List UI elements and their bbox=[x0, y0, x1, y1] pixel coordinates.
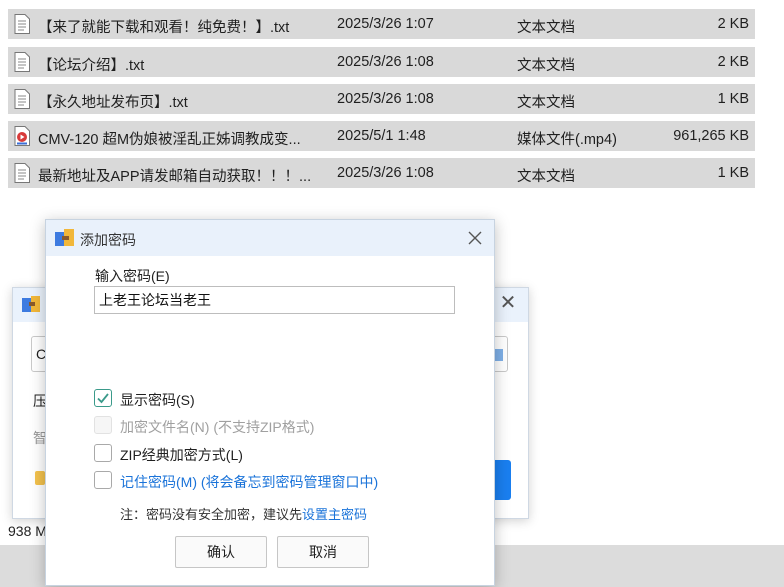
lock-icon[interactable] bbox=[35, 471, 45, 485]
checkbox-unchecked[interactable] bbox=[94, 444, 112, 462]
security-note: 注：密码没有安全加密，建议先设置主密码 bbox=[120, 504, 367, 523]
security-note-text: 注：密码没有安全加密，建议先 bbox=[120, 507, 303, 522]
file-name: CMV-120 超M伪娘被淫乱正姊调教成变... bbox=[38, 132, 301, 148]
close-icon[interactable]: ✕ bbox=[498, 293, 518, 313]
checkbox-unchecked[interactable] bbox=[94, 471, 112, 489]
text-file-icon bbox=[14, 14, 30, 34]
file-size: 1 KB bbox=[717, 91, 749, 107]
encrypt-filenames-label: 加密文件名(N) (不支持ZIP格式) bbox=[120, 419, 315, 435]
file-date: 2025/3/26 1:08 bbox=[337, 91, 434, 107]
size-readout: 938 M bbox=[8, 523, 47, 539]
password-input[interactable] bbox=[94, 286, 455, 314]
file-size: 961,265 KB bbox=[673, 128, 749, 144]
text-file-icon bbox=[14, 163, 30, 183]
file-name: 【永久地址发布页】.txt bbox=[38, 95, 188, 111]
file-date: 2025/5/1 1:48 bbox=[337, 128, 426, 144]
add-password-dialog: 添加密码 输入密码(E) 显示密码(S) 加密文件名(N) (不支持ZIP格式)… bbox=[45, 219, 495, 586]
file-name: 【来了就能下载和观看！纯免费！】.txt bbox=[38, 20, 290, 36]
text-file-icon bbox=[14, 52, 30, 72]
archive-app-icon bbox=[55, 229, 74, 246]
file-row[interactable]: 最新地址及APP请发邮箱自动获取！！！... 2025/3/26 1:08 文本… bbox=[8, 158, 755, 188]
dialog-titlebar: 添加密码 bbox=[46, 220, 494, 256]
file-date: 2025/3/26 1:08 bbox=[337, 165, 434, 181]
file-row[interactable]: 【永久地址发布页】.txt 2025/3/26 1:08 文本文档 1 KB bbox=[8, 84, 755, 114]
file-size: 2 KB bbox=[717, 54, 749, 70]
zip-classic-label: ZIP经典加密方式(L) bbox=[120, 447, 243, 463]
file-type: 文本文档 bbox=[517, 169, 575, 185]
file-row[interactable]: 【来了就能下载和观看！纯免费！】.txt 2025/3/26 1:07 文本文档… bbox=[8, 9, 755, 39]
file-name: 【论坛介绍】.txt bbox=[38, 58, 145, 74]
checkbox-disabled bbox=[94, 416, 112, 434]
text-file-icon bbox=[14, 89, 30, 109]
file-date: 2025/3/26 1:07 bbox=[337, 16, 434, 32]
file-type: 文本文档 bbox=[517, 20, 575, 36]
set-master-password-link[interactable]: 设置主密码 bbox=[302, 507, 367, 522]
remember-password-label[interactable]: 记住密码(M) (将会备忘到密码管理窗口中) bbox=[120, 472, 378, 492]
media-file-icon bbox=[14, 126, 30, 146]
file-size: 2 KB bbox=[717, 16, 749, 32]
file-type: 文本文档 bbox=[517, 95, 575, 111]
file-type: 文本文档 bbox=[517, 58, 575, 74]
dialog-title: 添加密码 bbox=[80, 232, 136, 248]
password-label: 输入密码(E) bbox=[95, 268, 170, 284]
file-name: 最新地址及APP请发邮箱自动获取！！！... bbox=[38, 169, 312, 185]
checkbox-checked[interactable] bbox=[94, 389, 112, 407]
file-date: 2025/3/26 1:08 bbox=[337, 54, 434, 70]
file-row[interactable]: 【论坛介绍】.txt 2025/3/26 1:08 文本文档 2 KB bbox=[8, 47, 755, 77]
ok-button[interactable]: 确认 bbox=[175, 536, 267, 568]
show-password-label: 显示密码(S) bbox=[120, 392, 195, 408]
file-size: 1 KB bbox=[717, 165, 749, 181]
close-icon[interactable] bbox=[464, 227, 486, 249]
check-icon bbox=[97, 393, 109, 404]
archive-app-icon bbox=[22, 296, 40, 312]
cancel-button[interactable]: 取消 bbox=[277, 536, 369, 568]
file-row[interactable]: CMV-120 超M伪娘被淫乱正姊调教成变... 2025/5/1 1:48 媒… bbox=[8, 121, 755, 151]
file-type: 媒体文件(.mp4) bbox=[517, 132, 617, 148]
